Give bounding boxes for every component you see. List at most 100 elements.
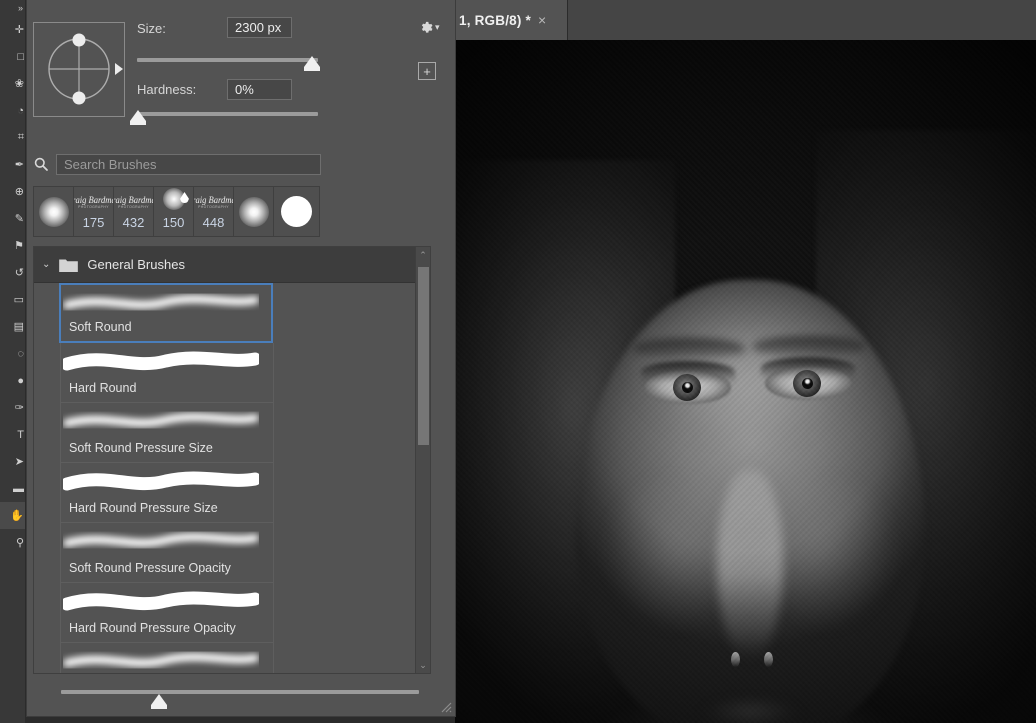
soft-stroke-svg <box>63 412 259 427</box>
hardness-label: Hardness: <box>137 82 197 97</box>
preset-thumbnail-soft-round-2[interactable] <box>234 187 274 236</box>
lasso-icon: ❀ <box>14 78 24 90</box>
tool-gradient-tool[interactable]: ▤ <box>0 313 25 340</box>
collapse-panel-icon[interactable]: » <box>0 0 25 16</box>
hardness-slider-thumb[interactable] <box>130 110 146 125</box>
size-value: 2300 px <box>235 20 282 35</box>
canvas-image[interactable] <box>455 40 1036 723</box>
document-tab-label: 1, RGB/8) * <box>459 12 531 28</box>
document-tab[interactable]: 1, RGB/8) * × <box>455 0 568 40</box>
search-input[interactable] <box>56 153 321 175</box>
chevron-down-icon: ▾ <box>435 22 440 32</box>
size-value-field[interactable]: 2300 px <box>227 17 292 38</box>
photo-lips <box>703 700 799 723</box>
close-icon[interactable]: × <box>538 13 546 27</box>
scrollbar-track[interactable] <box>416 263 431 657</box>
tool-shape-tool[interactable]: ▬ <box>0 475 25 502</box>
preset-thumbnail-hard-round-selected[interactable] <box>274 187 319 236</box>
preset-thumbnail-150[interactable]: 150 <box>154 187 194 236</box>
tool-zoom-tool[interactable]: ⚲ <box>0 529 25 556</box>
tool-type-tool[interactable]: T <box>0 421 25 448</box>
preset-signature-subtitle: PHOTOGRAPHY <box>198 205 229 210</box>
tool-move-tool[interactable]: ✛ <box>0 16 25 43</box>
brush-stroke-preview <box>63 408 259 434</box>
shape-icon: ▬ <box>13 482 24 495</box>
brush-stroke-preview <box>63 290 259 316</box>
preset-signature-text: Craig Bardman <box>194 195 233 206</box>
photo-cheek-right <box>765 480 895 630</box>
photoshop-window: 1, RGB/8) * × » ✛ □ ❀ ◔ ⌗ ✒ ⊕ ✎ ⚑ ↺ ▭ ▤ … <box>0 0 1036 723</box>
brush-list-item-hard-round-pressure-size[interactable]: Hard Round Pressure Size <box>60 463 274 523</box>
zoom-icon: ⚲ <box>15 537 24 549</box>
brush-group-general-brushes[interactable]: ⌄ General Brushes <box>34 247 415 283</box>
size-slider-track[interactable] <box>137 58 318 62</box>
tool-lasso-tool[interactable]: ❀ <box>0 70 25 97</box>
size-label: Size: <box>137 21 166 36</box>
tool-hand-tool[interactable]: ✋ <box>0 502 25 529</box>
tool-marquee-tool[interactable]: □ <box>0 43 25 70</box>
scroll-up-arrow-icon[interactable]: ⌃ <box>416 247 431 263</box>
search-brushes-row <box>33 152 321 176</box>
tool-clone-stamp-tool[interactable]: ⚑ <box>0 232 25 259</box>
path-selection-icon: ➤ <box>14 456 24 468</box>
brush-preset-strip[interactable]: Craig Bardman PHOTOGRAPHY 175 Craig Bard… <box>33 186 320 237</box>
tool-healing-brush-tool[interactable]: ⊕ <box>0 178 25 205</box>
brush-list-item-hard-round-pressure-opacity[interactable]: Hard Round Pressure Opacity <box>60 583 274 643</box>
tool-pen-tool[interactable]: ✑ <box>0 394 25 421</box>
tool-dodge-tool[interactable]: ● <box>0 367 25 394</box>
tool-eraser-tool[interactable]: ▭ <box>0 286 25 313</box>
preset-thumbnail-signature-432[interactable]: Craig Bardman PHOTOGRAPHY 432 <box>114 187 154 236</box>
brush-stroke-preview <box>63 648 259 673</box>
size-slider-thumb[interactable] <box>304 56 320 71</box>
preset-label: 432 <box>122 214 145 230</box>
brush-preset-picker-panel: Size: 2300 px Hardness: 0% ▾ + Search Br… <box>26 0 456 717</box>
brush-list-scrollbar[interactable]: ⌃ ⌄ <box>415 247 430 673</box>
tool-blur-tool[interactable]: ◌ <box>0 340 25 367</box>
photo-eye-lid <box>641 361 735 383</box>
thumbnail-size-slider-thumb[interactable] <box>151 694 167 709</box>
brush-list-item-soft-round-pressure-opacity[interactable]: Soft Round Pressure Opacity <box>60 523 274 583</box>
history-brush-icon: ↺ <box>14 267 24 279</box>
photo-nose <box>717 470 783 660</box>
gradient-icon: ▤ <box>13 321 24 333</box>
preset-thumbnail-signature-175[interactable]: Craig Bardman PHOTOGRAPHY 175 <box>74 187 114 236</box>
tool-quick-selection-tool[interactable]: ◔ <box>0 97 25 124</box>
tool-crop-tool[interactable]: ⌗ <box>0 124 25 151</box>
brush-list-item-hard-round[interactable]: Hard Round <box>60 343 274 403</box>
tool-path-selection-tool[interactable]: ➤ <box>0 448 25 475</box>
tools-panel[interactable]: » ✛ □ ❀ ◔ ⌗ ✒ ⊕ ✎ ⚑ ↺ ▭ ▤ ◌ ● ✑ T ➤ ▬ ✋ … <box>0 0 26 723</box>
brush-item-label: Hard Round <box>69 381 137 395</box>
tool-eyedropper-tool[interactable]: ✒ <box>0 151 25 178</box>
brush-list-item-soft-round[interactable]: Soft Round <box>59 283 273 343</box>
blur-icon: ◌ <box>17 347 24 360</box>
photo-eye-glint <box>685 383 690 388</box>
brush-list-item-soft-round-pressure-size[interactable]: Soft Round Pressure Size <box>60 403 274 463</box>
thumbnail-size-slider-track[interactable] <box>61 690 419 694</box>
document-tab-bar: 1, RGB/8) * × <box>455 0 1036 40</box>
panel-menu-button[interactable]: ▾ <box>418 20 440 35</box>
brush-item-label: Soft Round <box>69 320 132 334</box>
resize-grip-icon[interactable] <box>438 699 452 713</box>
hardness-value-field[interactable]: 0% <box>227 79 292 100</box>
eyedropper-icon: ✒ <box>14 159 24 171</box>
tool-history-brush-tool[interactable]: ↺ <box>0 259 25 286</box>
preset-signature-text: Craig Bardman <box>74 195 113 206</box>
create-new-preset-button[interactable]: + <box>418 62 436 80</box>
scroll-down-arrow-icon[interactable]: ⌄ <box>416 657 431 673</box>
hardness-slider-track[interactable] <box>137 112 318 116</box>
brush-stroke-thumbnail <box>281 196 312 227</box>
soft-stroke-svg <box>63 294 259 309</box>
preset-thumbnail-signature-448[interactable]: Craig Bardman PHOTOGRAPHY 448 <box>194 187 234 236</box>
preset-signature-subtitle: PHOTOGRAPHY <box>78 205 109 210</box>
brush-list-item-partial[interactable] <box>60 643 274 673</box>
tool-brush-tool[interactable]: ✎ <box>0 205 25 232</box>
brush-list: ⌄ General Brushes Soft Round Hard Round … <box>33 246 431 674</box>
scrollbar-thumb[interactable] <box>417 267 429 445</box>
preset-signature-text: Craig Bardman <box>114 195 153 206</box>
brush-list-content[interactable]: ⌄ General Brushes Soft Round Hard Round … <box>34 247 415 673</box>
brush-icon: ✎ <box>14 213 24 225</box>
eraser-icon: ▭ <box>13 294 24 306</box>
brush-item-label: Soft Round Pressure Opacity <box>69 561 231 575</box>
brush-tip-shape-preview[interactable] <box>33 22 125 117</box>
preset-thumbnail-soft-round-1[interactable] <box>34 187 74 236</box>
